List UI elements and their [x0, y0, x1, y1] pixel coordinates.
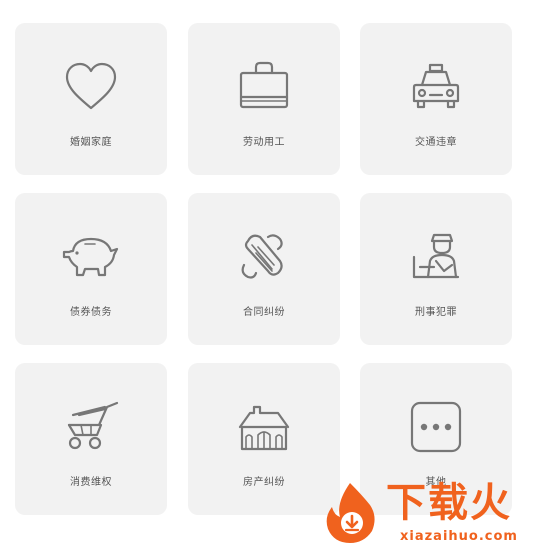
category-card-marriage[interactable]: 婚姻家庭	[15, 23, 167, 175]
category-label: 消费维权	[70, 477, 112, 488]
police-officer-icon	[406, 227, 466, 287]
category-card-criminal[interactable]: 刑事犯罪	[360, 193, 512, 345]
category-label: 房产纠纷	[243, 477, 285, 488]
category-card-labor[interactable]: 劳动用工	[188, 23, 340, 175]
category-card-property[interactable]: 房产纠纷	[188, 363, 340, 515]
more-dots-icon	[406, 397, 466, 457]
heart-icon	[61, 57, 121, 117]
category-label: 合同纠纷	[243, 307, 285, 318]
piggy-bank-icon	[61, 227, 121, 287]
category-label: 债券债务	[70, 307, 112, 318]
watermark: 下载火 xiazaihuo.com	[320, 475, 537, 550]
category-card-consumer[interactable]: 消费维权	[15, 363, 167, 515]
watermark-title: 下载火	[386, 480, 512, 526]
watermark-url: xiazaihuo.com	[400, 529, 518, 544]
shopping-cart-icon	[61, 397, 121, 457]
category-label: 婚姻家庭	[70, 137, 112, 148]
flame-logo-icon	[320, 479, 380, 545]
category-label: 交通违章	[415, 137, 457, 148]
category-card-traffic[interactable]: 交通违章	[360, 23, 512, 175]
category-card-contract[interactable]: 合同纠纷	[188, 193, 340, 345]
briefcase-icon	[234, 57, 294, 117]
house-icon	[234, 397, 294, 457]
category-label: 劳动用工	[243, 137, 285, 148]
category-card-debt[interactable]: 债券债务	[15, 193, 167, 345]
taxi-icon	[406, 57, 466, 117]
contract-scroll-icon	[234, 227, 294, 287]
category-grid: 婚姻家庭 劳动用工 交通违章 债券债务 合同纠纷 刑事犯罪 消费维权 房产纠纷 …	[0, 0, 537, 550]
category-label: 刑事犯罪	[415, 307, 457, 318]
